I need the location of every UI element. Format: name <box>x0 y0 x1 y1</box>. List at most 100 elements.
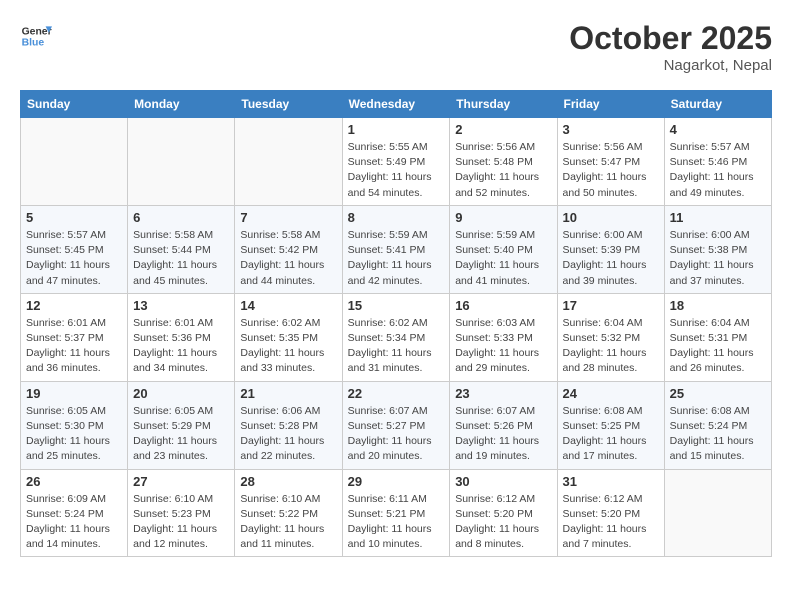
calendar-cell: 18 Sunrise: 6:04 AM Sunset: 5:31 PM Dayli… <box>664 293 771 381</box>
calendar-cell: 16 Sunrise: 6:03 AM Sunset: 5:33 PM Dayli… <box>450 293 557 381</box>
weekday-header-thursday: Thursday <box>450 91 557 118</box>
day-number: 18 <box>670 298 766 313</box>
day-info: Sunrise: 6:08 AM Sunset: 5:25 PM Dayligh… <box>563 404 659 465</box>
day-number: 30 <box>455 474 551 489</box>
day-number: 21 <box>240 386 336 401</box>
calendar-cell <box>664 469 771 557</box>
day-number: 28 <box>240 474 336 489</box>
calendar-cell: 8 Sunrise: 5:59 AM Sunset: 5:41 PM Daylig… <box>342 205 450 293</box>
calendar-cell: 31 Sunrise: 6:12 AM Sunset: 5:20 PM Dayli… <box>557 469 664 557</box>
calendar-cell: 15Sunrise: 6:02 AM Sunset: 5:34 PM Dayli… <box>342 293 450 381</box>
day-info: Sunrise: 6:07 AM Sunset: 5:27 PM Dayligh… <box>348 404 445 465</box>
day-number: 26 <box>26 474 122 489</box>
day-info: Sunrise: 6:00 AM Sunset: 5:38 PM Dayligh… <box>670 228 766 289</box>
day-info: Sunrise: 6:03 AM Sunset: 5:33 PM Dayligh… <box>455 316 551 377</box>
day-info: Sunrise: 6:12 AM Sunset: 5:20 PM Dayligh… <box>563 492 659 553</box>
day-number: 27 <box>133 474 229 489</box>
day-number: 5 <box>26 210 122 225</box>
calendar-cell: 7 Sunrise: 5:58 AM Sunset: 5:42 PM Daylig… <box>235 205 342 293</box>
calendar-cell: 12 Sunrise: 6:01 AM Sunset: 5:37 PM Dayli… <box>21 293 128 381</box>
day-number: 29 <box>348 474 445 489</box>
calendar-cell: 28 Sunrise: 6:10 AM Sunset: 5:22 PM Dayli… <box>235 469 342 557</box>
weekday-header-saturday: Saturday <box>664 91 771 118</box>
month-title: October 2025 <box>569 20 772 57</box>
calendar-cell: 6 Sunrise: 5:58 AM Sunset: 5:44 PM Daylig… <box>128 205 235 293</box>
calendar-cell: 29 Sunrise: 6:11 AM Sunset: 5:21 PM Dayli… <box>342 469 450 557</box>
day-number: 13 <box>133 298 229 313</box>
weekday-header-monday: Monday <box>128 91 235 118</box>
day-number: 4 <box>670 122 766 137</box>
day-info: Sunrise: 5:56 AM Sunset: 5:48 PM Dayligh… <box>455 140 551 201</box>
week-row-2: 5 Sunrise: 5:57 AM Sunset: 5:45 PM Daylig… <box>21 205 772 293</box>
calendar-cell: 4 Sunrise: 5:57 AM Sunset: 5:46 PM Daylig… <box>664 118 771 206</box>
week-row-4: 19Sunrise: 6:05 AM Sunset: 5:30 PM Dayli… <box>21 381 772 469</box>
location: Nagarkot, Nepal <box>569 57 772 74</box>
day-info: Sunrise: 5:59 AM Sunset: 5:41 PM Dayligh… <box>348 228 445 289</box>
day-info: Sunrise: 6:07 AM Sunset: 5:26 PM Dayligh… <box>455 404 551 465</box>
weekday-header-row: SundayMondayTuesdayWednesdayThursdayFrid… <box>21 91 772 118</box>
calendar-cell: 19Sunrise: 6:05 AM Sunset: 5:30 PM Dayli… <box>21 381 128 469</box>
calendar-cell: 20Sunrise: 6:05 AM Sunset: 5:29 PM Dayli… <box>128 381 235 469</box>
day-number: 8 <box>348 210 445 225</box>
day-number: 6 <box>133 210 229 225</box>
day-number: 9 <box>455 210 551 225</box>
day-number: 7 <box>240 210 336 225</box>
day-info: Sunrise: 5:57 AM Sunset: 5:46 PM Dayligh… <box>670 140 766 201</box>
day-info: Sunrise: 6:05 AM Sunset: 5:29 PM Dayligh… <box>133 404 229 465</box>
day-info: Sunrise: 5:58 AM Sunset: 5:44 PM Dayligh… <box>133 228 229 289</box>
day-number: 14 <box>240 298 336 313</box>
day-info: Sunrise: 6:11 AM Sunset: 5:21 PM Dayligh… <box>348 492 445 553</box>
day-info: Sunrise: 5:56 AM Sunset: 5:47 PM Dayligh… <box>563 140 659 201</box>
day-number: 11 <box>670 210 766 225</box>
day-info: Sunrise: 6:08 AM Sunset: 5:24 PM Dayligh… <box>670 404 766 465</box>
day-info: Sunrise: 6:12 AM Sunset: 5:20 PM Dayligh… <box>455 492 551 553</box>
week-row-3: 12 Sunrise: 6:01 AM Sunset: 5:37 PM Dayli… <box>21 293 772 381</box>
calendar-cell: 26Sunrise: 6:09 AM Sunset: 5:24 PM Dayli… <box>21 469 128 557</box>
day-info: Sunrise: 5:59 AM Sunset: 5:40 PM Dayligh… <box>455 228 551 289</box>
calendar-cell: 13 Sunrise: 6:01 AM Sunset: 5:36 PM Dayli… <box>128 293 235 381</box>
calendar-cell <box>21 118 128 206</box>
day-number: 3 <box>563 122 659 137</box>
day-info: Sunrise: 6:10 AM Sunset: 5:23 PM Dayligh… <box>133 492 229 553</box>
week-row-1: 1Sunrise: 5:55 AM Sunset: 5:49 PM Daylig… <box>21 118 772 206</box>
weekday-header-wednesday: Wednesday <box>342 91 450 118</box>
calendar-cell: 23Sunrise: 6:07 AM Sunset: 5:26 PM Dayli… <box>450 381 557 469</box>
day-info: Sunrise: 6:05 AM Sunset: 5:30 PM Dayligh… <box>26 404 122 465</box>
week-row-5: 26Sunrise: 6:09 AM Sunset: 5:24 PM Dayli… <box>21 469 772 557</box>
weekday-header-friday: Friday <box>557 91 664 118</box>
day-info: Sunrise: 6:04 AM Sunset: 5:32 PM Dayligh… <box>563 316 659 377</box>
day-info: Sunrise: 6:04 AM Sunset: 5:31 PM Dayligh… <box>670 316 766 377</box>
day-info: Sunrise: 6:02 AM Sunset: 5:34 PM Dayligh… <box>348 316 445 377</box>
calendar-cell <box>235 118 342 206</box>
day-info: Sunrise: 5:55 AM Sunset: 5:49 PM Dayligh… <box>348 140 445 201</box>
day-number: 24 <box>563 386 659 401</box>
day-number: 31 <box>563 474 659 489</box>
day-number: 25 <box>670 386 766 401</box>
day-info: Sunrise: 5:58 AM Sunset: 5:42 PM Dayligh… <box>240 228 336 289</box>
day-info: Sunrise: 6:01 AM Sunset: 5:36 PM Dayligh… <box>133 316 229 377</box>
day-number: 2 <box>455 122 551 137</box>
day-info: Sunrise: 6:10 AM Sunset: 5:22 PM Dayligh… <box>240 492 336 553</box>
svg-text:Blue: Blue <box>22 38 45 49</box>
calendar-cell: 25 Sunrise: 6:08 AM Sunset: 5:24 PM Dayli… <box>664 381 771 469</box>
calendar-cell: 24 Sunrise: 6:08 AM Sunset: 5:25 PM Dayli… <box>557 381 664 469</box>
calendar-cell: 3 Sunrise: 5:56 AM Sunset: 5:47 PM Daylig… <box>557 118 664 206</box>
weekday-header-tuesday: Tuesday <box>235 91 342 118</box>
title-block: October 2025 Nagarkot, Nepal <box>569 20 772 74</box>
calendar-cell: 14Sunrise: 6:02 AM Sunset: 5:35 PM Dayli… <box>235 293 342 381</box>
calendar-cell: 21 Sunrise: 6:06 AM Sunset: 5:28 PM Dayli… <box>235 381 342 469</box>
logo-icon: General Blue <box>20 20 52 52</box>
day-info: Sunrise: 5:57 AM Sunset: 5:45 PM Dayligh… <box>26 228 122 289</box>
calendar-cell: 11 Sunrise: 6:00 AM Sunset: 5:38 PM Dayli… <box>664 205 771 293</box>
weekday-header-sunday: Sunday <box>21 91 128 118</box>
calendar-cell: 2 Sunrise: 5:56 AM Sunset: 5:48 PM Daylig… <box>450 118 557 206</box>
calendar-cell: 17 Sunrise: 6:04 AM Sunset: 5:32 PM Dayli… <box>557 293 664 381</box>
day-number: 12 <box>26 298 122 313</box>
day-info: Sunrise: 6:00 AM Sunset: 5:39 PM Dayligh… <box>563 228 659 289</box>
day-number: 17 <box>563 298 659 313</box>
day-info: Sunrise: 6:01 AM Sunset: 5:37 PM Dayligh… <box>26 316 122 377</box>
day-info: Sunrise: 6:06 AM Sunset: 5:28 PM Dayligh… <box>240 404 336 465</box>
calendar-cell: 22Sunrise: 6:07 AM Sunset: 5:27 PM Dayli… <box>342 381 450 469</box>
day-number: 16 <box>455 298 551 313</box>
calendar-table: SundayMondayTuesdayWednesdayThursdayFrid… <box>20 90 772 557</box>
